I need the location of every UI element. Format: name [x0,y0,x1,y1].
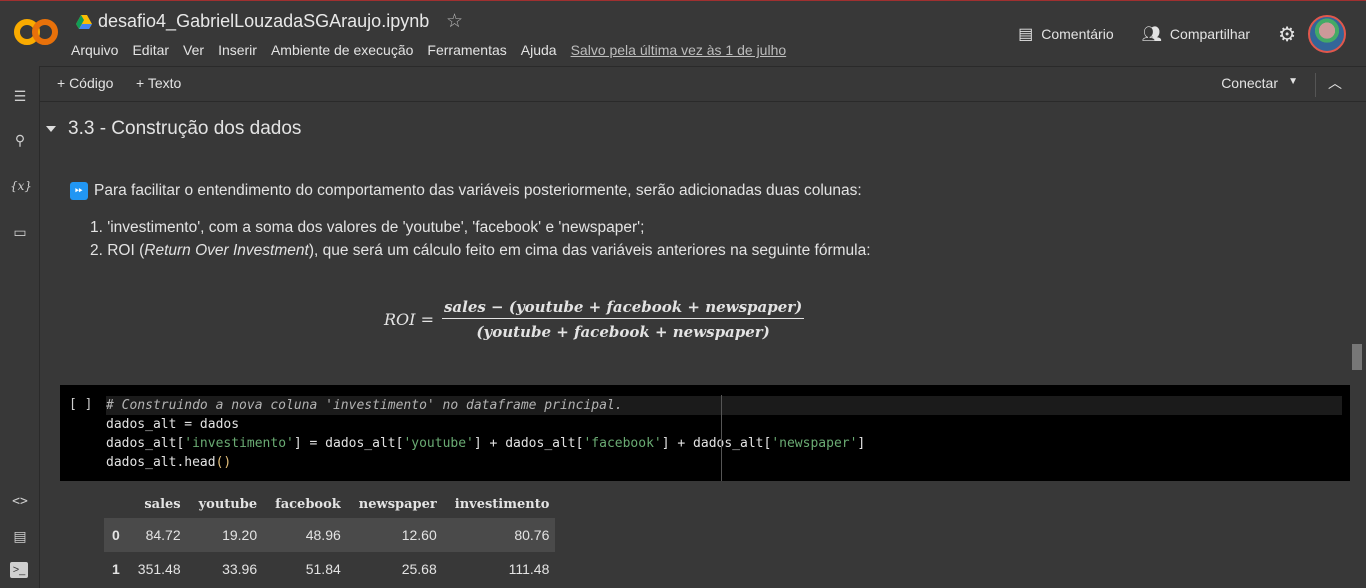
intro-text: Para facilitar o entendimento do comport… [94,182,862,199]
table-header [104,489,126,518]
table-cell: 80.76 [514,527,550,543]
command-palette-icon[interactable]: ▤ [10,526,30,546]
notebook-toolbar: + Código + Texto Conectar ▼ ︿ [40,66,1366,102]
notebook-content: 3.3 - Construção dos dados ⏩︎ Para facil… [40,102,1356,588]
code-cell[interactable]: [ ] # Construindo a nova coluna 'investi… [60,385,1350,481]
formula-fraction: sales − (youtube + facebook + newspaper)… [441,298,805,341]
comment-label: Comentário [1041,26,1114,42]
text-intro: ⏩︎ Para facilitar o entendimento do comp… [70,182,862,200]
table-cell: 51.84 [305,561,341,577]
colab-logo[interactable] [14,15,58,49]
connect-button[interactable]: Conectar [1221,75,1278,91]
chevron-down-icon[interactable]: ▼ [1288,76,1298,87]
table-header: facebook [275,497,341,512]
run-cell-button[interactable]: [ ] [69,397,92,412]
numbered-list: 1. 'investimento', com a soma dos valore… [90,216,871,262]
formula-denominator: (youtube + facebook + newspaper) [476,323,770,341]
menu-ferramentas[interactable]: Ferramentas [427,42,506,58]
formula-lhs: ROI = [384,310,434,329]
roi-formula: ROI = sales − (youtube + facebook + news… [384,298,805,341]
code-snippets-icon[interactable]: <> [10,492,30,512]
code-line: # Construindo a nova coluna 'investiment… [106,396,1342,415]
list-item: 1. 'investimento', com a soma dos valore… [90,219,645,236]
variables-icon[interactable]: {x} [10,176,32,196]
table-cell: 1 [112,561,120,577]
table-cell: 12.60 [401,527,437,543]
terminal-icon[interactable]: >_ [10,562,28,578]
table-header: investimento [454,497,550,512]
table-cell: 0 [112,527,120,543]
menu-ver[interactable]: Ver [183,42,204,58]
chevron-up-icon[interactable]: ︿ [1328,73,1342,93]
doc-title[interactable]: desafio4_GabrielLouzadaSGAraujo.ipynb [76,11,429,32]
table-cell: 25.68 [401,561,437,577]
menu-editar[interactable]: Editar [132,42,169,58]
table-row: 0 84.72 19.20 48.96 12.60 80.76 [104,518,556,552]
table-cell: 33.96 [222,561,258,577]
top-bar: desafio4_GabrielLouzadaSGAraujo.ipynb ☆ … [0,0,1366,66]
code-editor[interactable]: # Construindo a nova coluna 'investiment… [106,396,1342,472]
table-cell: 351.48 [137,561,181,577]
menu-inserir[interactable]: Inserir [218,42,257,58]
gear-icon[interactable]: ⚙ [1278,22,1296,47]
doc-title-text[interactable]: desafio4_GabrielLouzadaSGAraujo.ipynb [98,11,429,32]
add-text-button[interactable]: + Texto [136,75,181,91]
code-line: dados_alt['investimento'] = dados_alt['y… [106,436,866,451]
header-actions: ▤ Comentário 👥︎ Compartilhar ⚙ [1018,15,1366,53]
menu-arquivo[interactable]: Arquivo [71,42,118,58]
search-icon[interactable]: ⚲ [10,130,30,150]
folder-icon[interactable]: ▭ [10,222,30,242]
table-cell: 48.96 [305,527,341,543]
table-cell: 84.72 [145,527,181,543]
toolbar-divider [1315,73,1316,97]
table-header-row: sales youtube facebook newspaper investi… [104,489,555,518]
collapse-triangle-icon[interactable] [46,126,56,132]
comment-button[interactable]: ▤ Comentário [1018,24,1114,44]
menu-ambiente[interactable]: Ambiente de execução [271,42,413,58]
section-title: 3.3 - Construção dos dados [68,118,302,139]
table-cell: 19.20 [222,527,258,543]
section-heading[interactable]: 3.3 - Construção dos dados [46,118,301,140]
fast-forward-icon: ⏩︎ [70,182,88,200]
share-label: Compartilhar [1169,26,1251,42]
table-header: newspaper [358,497,437,512]
formula-numerator: sales − (youtube + facebook + newspaper) [441,298,805,319]
code-line: dados_alt.head() [106,455,232,470]
comment-icon: ▤ [1018,26,1034,43]
table-header: sales [144,497,181,512]
add-code-button[interactable]: + Código [57,75,113,91]
scrollbar-thumb[interactable] [1352,344,1362,370]
toc-icon[interactable]: ☰ [10,86,30,106]
table-header: youtube [198,497,258,512]
left-sidebar: ☰ ⚲ {x} ▭ <> ▤ >_ [0,66,40,588]
ruler-line [721,395,722,481]
drive-icon [76,14,92,29]
avatar[interactable] [1308,15,1346,53]
star-icon[interactable]: ☆ [446,10,463,33]
list-item: 2. ROI (Return Over Investment), que ser… [90,242,871,259]
saved-status-link[interactable]: Salvo pela última vez às 1 de julho [571,42,787,58]
people-icon: 👥︎ [1141,26,1162,43]
share-button[interactable]: 👥︎ Compartilhar [1142,24,1250,44]
dataframe-output: sales youtube facebook newspaper investi… [104,489,556,586]
code-line: dados_alt = dados [106,417,240,432]
menu-bar: Arquivo Editar Ver Inserir Ambiente de e… [71,42,800,58]
table-row: 1 351.48 33.96 51.84 25.68 111.48 [104,552,555,586]
table-cell: 111.48 [508,561,550,577]
menu-ajuda[interactable]: Ajuda [521,42,557,58]
